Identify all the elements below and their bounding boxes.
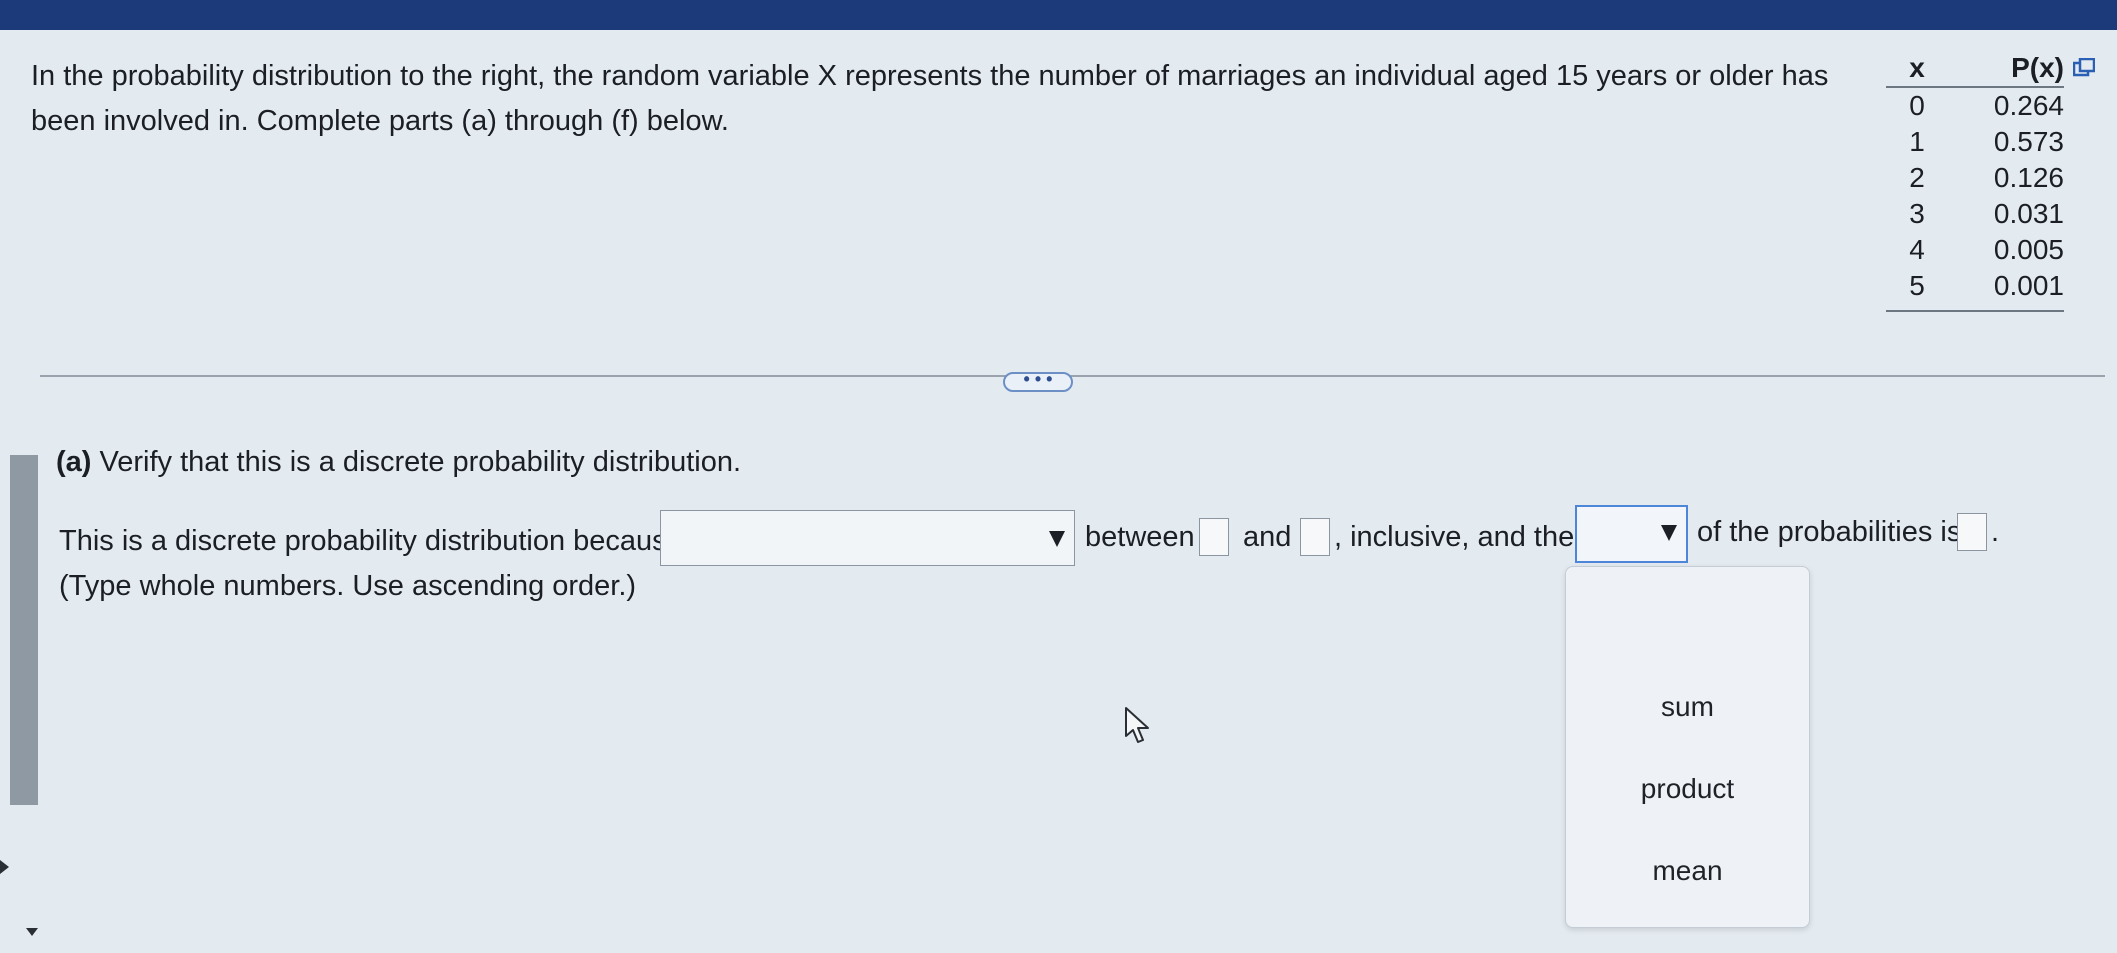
dropdown-caret-icon [1661,525,1677,541]
left-pointer-icon [0,860,9,874]
question-intro: In the probability distribution to the r… [31,60,1829,137]
table-cell-px: 0.005 [1993,234,2064,265]
and-text: and [1243,521,1292,553]
dropdown-caret-icon [1049,531,1065,547]
table-row: 4 0.005 [1886,232,2064,268]
table-row: 2 0.126 [1886,160,2064,196]
mouse-cursor-icon [1125,707,1149,743]
inclusive-text: , inclusive, and the [1334,521,1575,553]
table-header-x: x [1886,50,1948,88]
part-a-heading: (a) Verify that this is a discrete proba… [56,446,741,479]
between-text: between [1085,521,1195,553]
scroll-down-arrow-icon[interactable] [26,928,38,936]
sentence-start-text: This is a discrete probability distribut… [59,525,683,557]
part-a-label: (a) [56,446,92,478]
reason-dropdown[interactable] [660,510,1075,566]
table-cell-x: 3 [1909,198,1925,229]
table-row: 3 0.031 [1886,196,2064,232]
section-divider [40,375,2105,377]
table-row: 0 0.264 [1886,87,2064,124]
table-cell-x: 0 [1909,90,1925,121]
period-text: . [1991,516,2000,548]
more-options-button[interactable]: • • • [1003,370,1073,392]
table-cell-x: 2 [1909,162,1925,193]
table-cell-px: 0.573 [1993,126,2064,157]
dropdown-option-sum[interactable]: sum [1566,691,1809,723]
table-row: 1 0.573 [1886,124,2064,160]
lower-bound-input[interactable] [1199,518,1229,556]
part-a-heading-text: Verify that this is a discrete probabili… [99,446,742,478]
dropdown-option-product[interactable]: product [1566,773,1809,805]
upper-bound-input[interactable] [1300,518,1330,556]
copy-icon[interactable] [2073,58,2095,80]
table-row: 5 0.001 [1886,268,2064,312]
table-cell-x: 4 [1909,234,1925,265]
table-cell-x: 5 [1886,268,1948,312]
table-header-px: P(x) [1948,50,2064,88]
operation-dropdown[interactable] [1575,505,1688,563]
table-cell-px: 0.126 [1993,162,2064,193]
instruction-text: (Type whole numbers. Use ascending order… [59,570,637,602]
table-cell-px: 0.001 [1948,268,2064,312]
table-cell-px: 0.031 [1993,198,2064,229]
dropdown-option-mean[interactable]: mean [1566,855,1809,887]
probability-table: x P(x) 0 0.264 1 0.573 2 0.126 3 0.031 4… [1886,50,2064,312]
table-cell-x: 1 [1909,126,1925,157]
left-scrollbar[interactable] [10,455,38,805]
table-cell-px: 0.264 [1993,90,2064,121]
top-bar [0,0,2117,30]
of-probabilities-text: of the probabilities is [1697,516,1962,548]
operation-dropdown-menu: sum product mean [1565,566,1810,928]
probability-sum-input[interactable] [1957,513,1987,551]
